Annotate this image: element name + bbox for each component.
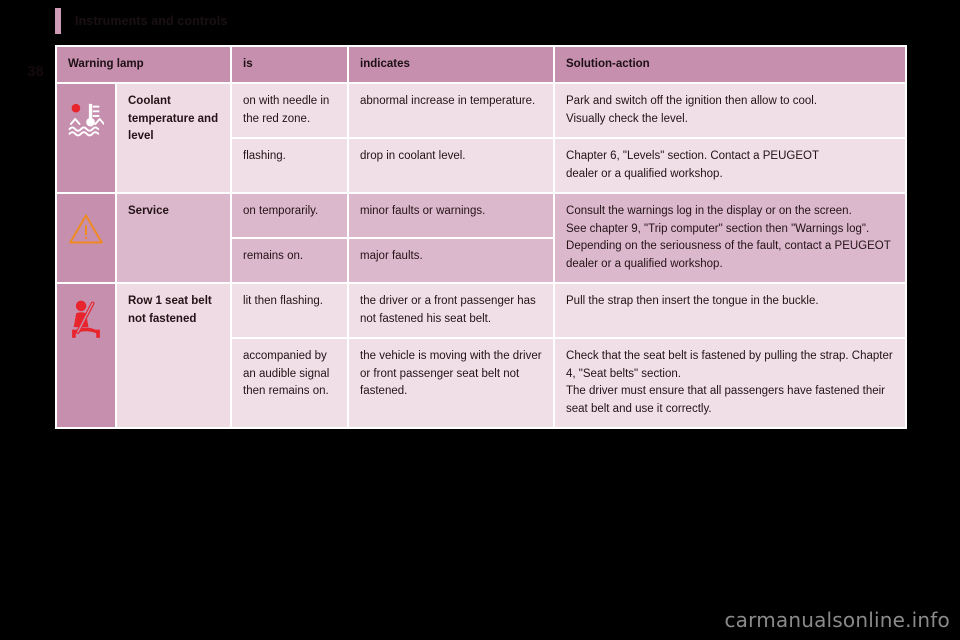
solution-line: See chapter 9, "Trip computer" section t… xyxy=(566,222,870,235)
coolant-temperature-icon xyxy=(68,93,104,145)
solution-line: Pull the strap then insert the tongue in… xyxy=(566,295,819,308)
warning-lamp-name: Row 1 seat belt not fastened xyxy=(114,282,233,430)
solution-line: Park and switch off the ignition then al… xyxy=(566,95,818,108)
solution-line: The driver must ensure that all passenge… xyxy=(566,385,885,415)
solution-line: Chapter 6, "Levels" section. Contact a P… xyxy=(566,150,819,163)
column-header-warning-lamp: Warning lamp xyxy=(54,44,233,85)
condition-is: flashing. xyxy=(230,137,350,195)
solution-line: Visually check the level. xyxy=(566,112,688,125)
warning-lamp-name: Coolant temperature and level xyxy=(114,82,233,195)
column-header-is: is xyxy=(230,44,350,85)
condition-indicates: drop in coolant level. xyxy=(347,137,556,195)
site-watermark: carmanualsonline.info xyxy=(724,608,950,632)
condition-indicates: the driver or a front passenger has not … xyxy=(347,282,556,340)
table-header-row: Warning lamp is indicates Solution-actio… xyxy=(54,44,908,85)
condition-indicates: major faults. xyxy=(347,237,556,285)
condition-is: remains on. xyxy=(230,237,350,285)
condition-indicates: abnormal increase in temperature. xyxy=(347,82,556,140)
service-warning-triangle-icon xyxy=(68,203,104,255)
solution-line: dealer or a qualified workshop. xyxy=(566,167,723,180)
condition-is: lit then flashing. xyxy=(230,282,350,340)
warning-lamp-icon-cell xyxy=(55,82,117,195)
condition-is: on with needle in the red zone. xyxy=(230,82,350,140)
condition-solution: Pull the strap then insert the tongue in… xyxy=(553,282,908,340)
warning-lamp-name: Service xyxy=(114,192,233,285)
condition-solution: Park and switch off the ignition then al… xyxy=(553,82,908,140)
warning-lamp-icon-cell xyxy=(55,282,117,430)
condition-is: accompanied by an audible signal then re… xyxy=(230,337,350,430)
column-header-indicates: indicates xyxy=(347,44,556,85)
warning-lamp-icon-cell xyxy=(55,192,117,285)
condition-indicates: minor faults or warnings. xyxy=(347,192,556,240)
seat-belt-not-fastened-icon xyxy=(68,293,104,345)
condition-solution: Consult the warnings log in the display … xyxy=(553,192,908,285)
table-row: Row 1 seat belt not fastened lit then fl… xyxy=(55,282,908,430)
table-row: Service on temporarily. minor faults or … xyxy=(55,192,908,285)
column-header-solution-action: Solution-action xyxy=(553,44,908,85)
solution-line: Depending on the seriousness of the faul… xyxy=(566,240,891,270)
page-header: Instruments and controls xyxy=(55,8,227,34)
header-accent-bar xyxy=(55,8,61,34)
page-number: 38 xyxy=(27,63,44,80)
condition-solution: Chapter 6, "Levels" section. Contact a P… xyxy=(553,137,908,195)
solution-line: Consult the warnings log in the display … xyxy=(566,205,852,218)
condition-indicates: the vehicle is moving with the driver or… xyxy=(347,337,556,430)
page-title: Instruments and controls xyxy=(75,14,228,28)
condition-is: on temporarily. xyxy=(230,192,350,240)
solution-line: Check that the seat belt is fastened by … xyxy=(566,350,893,380)
table-row: Coolant temperature and level on with ne… xyxy=(55,82,908,195)
condition-solution: Check that the seat belt is fastened by … xyxy=(553,337,908,430)
warning-lamps-table: Warning lamp is indicates Solution-actio… xyxy=(54,44,908,430)
